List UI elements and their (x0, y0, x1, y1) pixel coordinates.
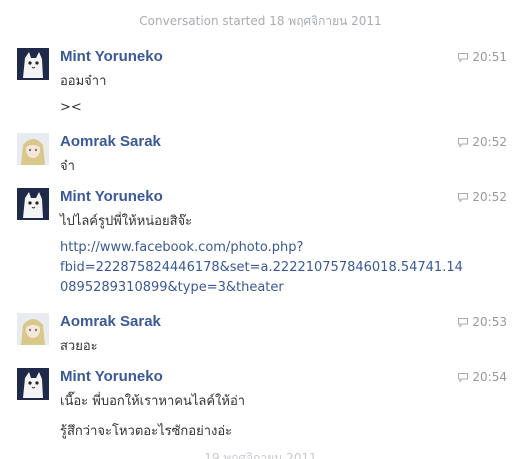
message-timestamp: 20:54 (458, 370, 507, 385)
message-text: >< (60, 100, 82, 115)
message-timestamp: 20:52 (458, 190, 507, 205)
chat-bubble-icon (458, 191, 469, 205)
next-conversation-label: 19 พฤศจิกายน 2011 (204, 452, 317, 459)
message-link[interactable]: 0895289310899&type=3&theater (60, 280, 284, 295)
cat-avatar[interactable] (17, 48, 49, 80)
message-link[interactable]: http://www.facebook.com/photo.php? (60, 240, 303, 255)
timestamp-text: 20:52 (472, 190, 507, 204)
timestamp-text: 20:54 (472, 370, 507, 384)
cat-avatar[interactable] (17, 188, 49, 220)
anime-girl-avatar[interactable] (17, 313, 49, 345)
link-line[interactable]: fbid=222875824446178&set=a.2222107578460… (60, 260, 463, 275)
message-text: ออมจ๋าา (60, 74, 107, 89)
message-author[interactable]: Mint Yoruneko (60, 368, 163, 385)
timestamp-text: 20:52 (472, 135, 507, 149)
link-line[interactable]: 0895289310899&type=3&theater (60, 280, 284, 295)
message-timestamp: 20:52 (458, 135, 507, 150)
cat-avatar[interactable] (17, 368, 49, 400)
message-author[interactable]: Aomrak Sarak (60, 313, 161, 330)
message-link[interactable]: fbid=222875824446178&set=a.2222107578460… (60, 260, 463, 275)
message-text: ไปไลค์รูปพี่ให้หน่อยสิจ๊ะ (60, 214, 193, 229)
chat-bubble-icon (458, 316, 469, 330)
timestamp-text: 20:53 (472, 315, 507, 329)
conversation-start-label: Conversation started 18 พฤศจิกายน 2011 (139, 14, 382, 28)
chat-bubble-icon (458, 136, 469, 150)
message-text: รู้สึกว่าจะโหวตอะไรซักอย่างอ่ะ (60, 424, 233, 439)
message-text: สวยอะ (60, 339, 98, 354)
message-text: จ๋า (60, 159, 75, 174)
message-author[interactable]: Mint Yoruneko (60, 48, 163, 65)
message-text: เนี๊อะ พี่บอกให้เราหาคนไลค์ให้อ่า (60, 394, 246, 409)
chat-bubble-icon (458, 51, 469, 65)
message-author[interactable]: Aomrak Sarak (60, 133, 161, 150)
chat-bubble-icon (458, 371, 469, 385)
anime-girl-avatar[interactable] (17, 133, 49, 165)
message-author[interactable]: Mint Yoruneko (60, 188, 163, 205)
timestamp-text: 20:51 (472, 50, 507, 64)
message-timestamp: 20:53 (458, 315, 507, 330)
link-line[interactable]: http://www.facebook.com/photo.php? (60, 240, 303, 255)
message-timestamp: 20:51 (458, 50, 507, 65)
